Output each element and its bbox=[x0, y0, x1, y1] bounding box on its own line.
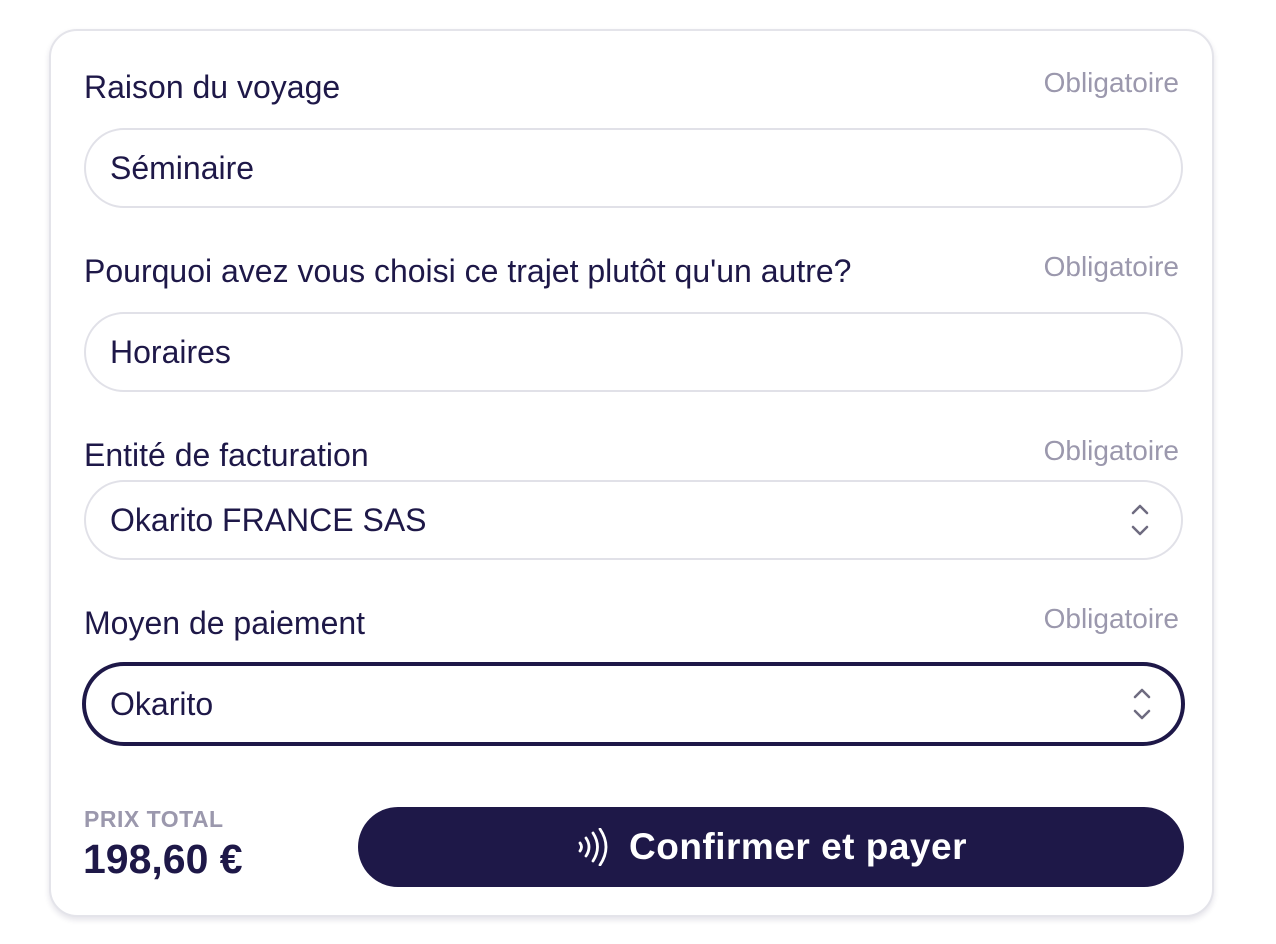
contactless-icon bbox=[578, 828, 608, 866]
confirm-and-pay-button[interactable]: Confirmer et payer bbox=[358, 807, 1184, 887]
route-choice-required-hint: Obligatoire bbox=[1043, 251, 1179, 282]
payment-method-select[interactable]: Okarito bbox=[82, 662, 1185, 746]
route-choice-input[interactable]: Horaires bbox=[84, 312, 1183, 392]
chevron-up-down-icon bbox=[1131, 504, 1149, 536]
confirm-and-pay-label: Confirmer et payer bbox=[629, 826, 967, 867]
billing-entity-label: Entité de facturation bbox=[84, 437, 369, 473]
payment-method-label: Moyen de paiement bbox=[84, 605, 366, 641]
route-choice-value: Horaires bbox=[110, 333, 231, 370]
chevron-up-down-icon bbox=[1133, 688, 1151, 720]
checkout-form-card: Raison du voyage Obligatoire Séminaire P… bbox=[49, 29, 1214, 917]
payment-method-value: Okarito bbox=[110, 685, 214, 722]
trip-reason-label: Raison du voyage bbox=[84, 69, 341, 105]
total-price-label: PRIX TOTAL bbox=[84, 806, 224, 832]
billing-entity-required-hint: Obligatoire bbox=[1043, 435, 1179, 466]
payment-method-required-hint: Obligatoire bbox=[1043, 603, 1179, 634]
total-price-value: 198,60 € bbox=[83, 836, 243, 882]
billing-entity-select[interactable]: Okarito FRANCE SAS bbox=[84, 480, 1183, 560]
trip-reason-input[interactable]: Séminaire bbox=[84, 128, 1183, 208]
trip-reason-value: Séminaire bbox=[110, 149, 255, 186]
billing-entity-value: Okarito FRANCE SAS bbox=[110, 501, 427, 538]
trip-reason-required-hint: Obligatoire bbox=[1043, 67, 1179, 98]
route-choice-label: Pourquoi avez vous choisi ce trajet plut… bbox=[84, 253, 852, 289]
